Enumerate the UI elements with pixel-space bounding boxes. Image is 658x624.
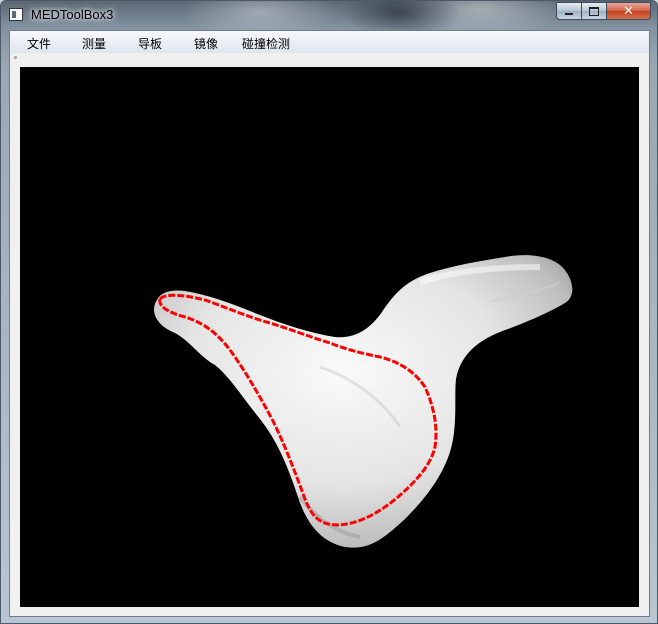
3d-viewport[interactable] <box>20 67 639 607</box>
app-window: MEDToolBox3 ✕ 文件 测量 导板 镜像 碰撞检测 <box>0 0 658 624</box>
menu-mirror[interactable]: 镜像 <box>192 35 220 52</box>
bone-model[interactable] <box>154 255 573 548</box>
toolbar-strip <box>10 53 649 63</box>
minimize-icon <box>565 12 573 15</box>
title-bar[interactable]: MEDToolBox3 ✕ <box>1 1 657 29</box>
menu-file[interactable]: 文件 <box>25 35 53 52</box>
client-area: 文件 测量 导板 镜像 碰撞检测 <box>9 30 650 617</box>
maximize-icon <box>589 6 599 16</box>
menu-guide-plate[interactable]: 导板 <box>136 35 164 52</box>
minimize-button[interactable] <box>556 2 582 20</box>
close-icon: ✕ <box>623 3 634 19</box>
caption-buttons: ✕ <box>556 2 651 21</box>
3d-render <box>154 255 573 548</box>
window-title: MEDToolBox3 <box>31 7 114 22</box>
close-button[interactable]: ✕ <box>607 2 651 20</box>
app-icon[interactable] <box>9 8 23 21</box>
menu-collision-detection[interactable]: 碰撞检测 <box>240 35 292 52</box>
menu-bar: 文件 测量 导板 镜像 碰撞检测 <box>10 31 649 54</box>
toolbar-grip[interactable] <box>14 56 17 59</box>
maximize-button[interactable] <box>582 2 607 20</box>
menu-measure[interactable]: 测量 <box>80 35 108 52</box>
